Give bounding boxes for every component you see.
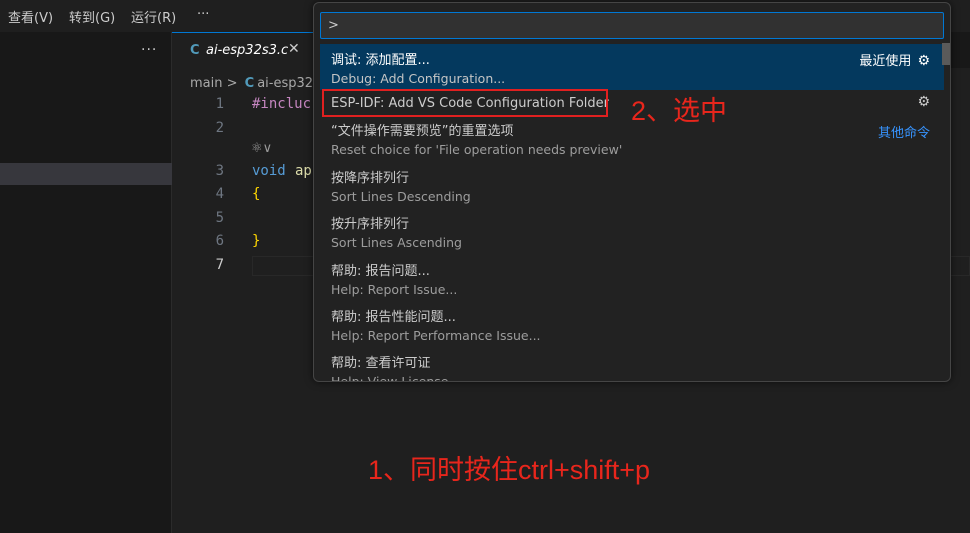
gear-icon[interactable]: ⚙ bbox=[911, 94, 930, 110]
menu-view[interactable]: 查看(V) bbox=[8, 7, 53, 26]
menu-more[interactable]: ··· bbox=[197, 7, 209, 22]
annotation-highlight-box bbox=[322, 89, 608, 117]
code-line-1[interactable]: #incluc bbox=[252, 96, 311, 112]
menu-goto[interactable]: 转到(G) bbox=[69, 7, 115, 26]
code-line-3-rest[interactable]: ap bbox=[295, 163, 312, 179]
menu-run[interactable]: 运行(R) bbox=[131, 7, 176, 26]
line-number: 4 bbox=[215, 186, 224, 202]
code-line-3-keyword[interactable]: void bbox=[252, 163, 286, 179]
recently-used-label: 最近使用 ⚙ bbox=[859, 50, 930, 69]
palette-item-subtitle: Sort Lines Descending bbox=[331, 189, 471, 204]
recently-used-text: 最近使用 bbox=[859, 54, 912, 69]
sidebar-selected-row[interactable] bbox=[0, 163, 172, 185]
line-number: 7 bbox=[215, 257, 224, 273]
palette-item-title: 按降序排列行 bbox=[331, 171, 410, 186]
palette-item-subtitle: Sort Lines Ascending bbox=[331, 235, 462, 250]
palette-item-title: 帮助: 报告性能问题... bbox=[331, 310, 456, 325]
annotation-step-2: 2、选中 bbox=[631, 96, 728, 126]
line-number: 3 bbox=[215, 163, 224, 179]
sidebar-more-icon[interactable]: ··· bbox=[141, 42, 157, 58]
line-number: 1 bbox=[215, 96, 224, 112]
chevron-right-icon: > bbox=[226, 76, 238, 91]
line-number: 6 bbox=[215, 233, 224, 249]
breadcrumb: main > Cai-esp32 bbox=[190, 76, 313, 91]
palette-item-title: 调试: 添加配置... bbox=[331, 53, 430, 68]
annotation-step-1: 1、同时按住ctrl+shift+p bbox=[368, 455, 651, 485]
c-file-icon: C bbox=[190, 43, 200, 58]
palette-item-title: 按升序排列行 bbox=[331, 217, 410, 232]
code-line-6[interactable]: } bbox=[252, 233, 260, 249]
palette-item-report-performance[interactable]: 帮助: 报告性能问题... Help: Report Performance I… bbox=[320, 303, 944, 349]
gear-icon[interactable]: ⚙ bbox=[917, 53, 930, 69]
command-palette-input[interactable]: > bbox=[320, 12, 944, 39]
palette-scrollbar[interactable] bbox=[942, 43, 950, 65]
close-icon[interactable]: ✕ bbox=[288, 41, 300, 57]
breadcrumb-folder[interactable]: main bbox=[190, 76, 222, 91]
tab-label: ai-esp32s3.c bbox=[206, 43, 289, 58]
codelens-icon[interactable]: ⚛︎∨ bbox=[251, 141, 272, 156]
breadcrumb-file[interactable]: ai-esp32 bbox=[257, 76, 313, 91]
palette-item-report-issue[interactable]: 帮助: 报告问题... Help: Report Issue... bbox=[320, 257, 944, 303]
palette-item-title: “文件操作需要预览”的重置选项 bbox=[331, 124, 514, 139]
sidebar: ··· bbox=[0, 32, 172, 533]
palette-item-view-license[interactable]: 帮助: 查看许可证 Help: View License bbox=[320, 349, 944, 382]
palette-item-title: 帮助: 查看许可证 bbox=[331, 356, 431, 371]
command-palette: > 调试: 添加配置... Debug: Add Configuration..… bbox=[313, 2, 951, 382]
palette-item-subtitle: Help: View License bbox=[331, 374, 449, 382]
palette-item-debug-add-config[interactable]: 调试: 添加配置... Debug: Add Configuration... … bbox=[320, 44, 944, 90]
palette-item-title: 帮助: 报告问题... bbox=[331, 264, 430, 279]
palette-item-sort-asc[interactable]: 按升序排列行 Sort Lines Ascending bbox=[320, 210, 944, 256]
line-number: 5 bbox=[215, 210, 224, 226]
other-commands-link[interactable]: 其他命令 bbox=[878, 122, 930, 141]
code-line-4[interactable]: { bbox=[252, 186, 260, 202]
palette-item-subtitle: Reset choice for 'File operation needs p… bbox=[331, 142, 623, 157]
palette-item-subtitle: Debug: Add Configuration... bbox=[331, 71, 506, 86]
c-file-icon: C bbox=[244, 76, 255, 91]
palette-item-sort-desc[interactable]: 按降序排列行 Sort Lines Descending bbox=[320, 164, 944, 210]
palette-item-subtitle: Help: Report Performance Issue... bbox=[331, 328, 541, 343]
palette-item-subtitle: Help: Report Issue... bbox=[331, 282, 458, 297]
line-number: 2 bbox=[215, 120, 224, 136]
tab-ai-esp32s3[interactable]: C ai-esp32s3.c ✕ bbox=[172, 32, 317, 68]
